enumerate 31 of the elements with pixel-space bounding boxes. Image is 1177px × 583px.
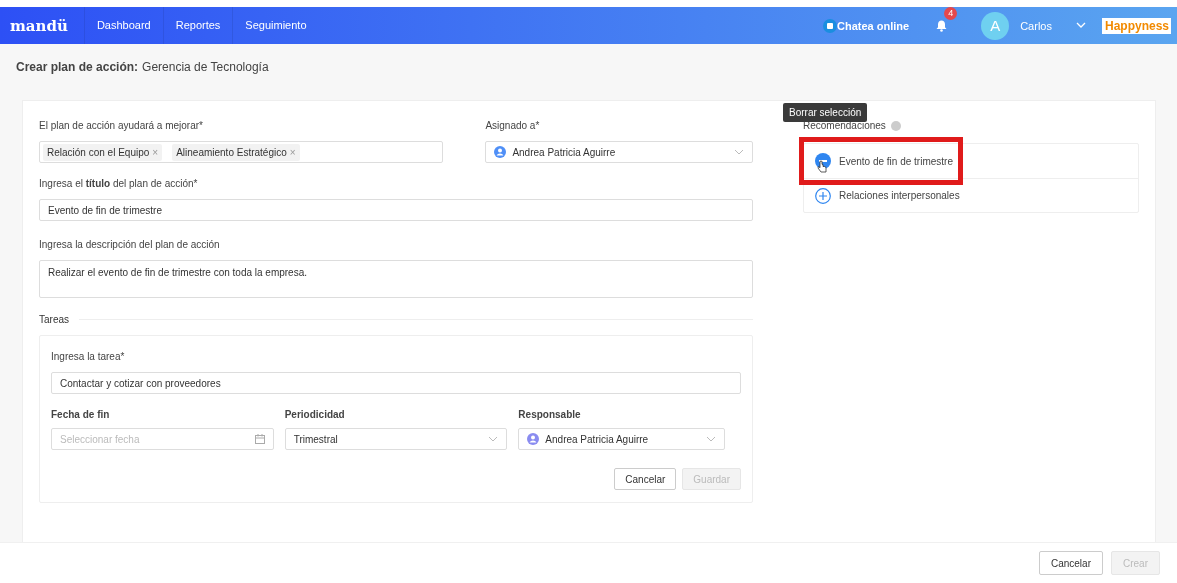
field-label: Asignado a*: [485, 120, 541, 131]
select-value: Andrea Patricia Aguirre: [545, 433, 649, 445]
title-input[interactable]: Evento de fin de trimestre: [39, 199, 753, 221]
tag: Relación con el Equipo ×: [43, 143, 163, 161]
recommendation-item[interactable]: Evento de fin de trimestre: [804, 144, 1138, 178]
field-label: Ingresa la tarea*: [51, 351, 126, 362]
tooltip: Borrar selección: [783, 103, 868, 122]
button[interactable]: Cancelar: [1038, 551, 1103, 575]
assignee-select[interactable]: Andrea Patricia Aguirre: [485, 141, 753, 163]
field-label: Periodicidad: [284, 409, 346, 420]
task-input[interactable]: Contactar y cotizar con proveedores: [51, 372, 741, 394]
chat-link[interactable]: Chatea online: [837, 19, 910, 32]
periodicity-select[interactable]: Trimestral: [284, 428, 508, 450]
field-label: Fecha de fin: [51, 409, 111, 420]
tag: Alineamiento Estratégico ×: [172, 143, 300, 161]
notification-badge: 4: [944, 6, 958, 20]
select-value: Andrea Patricia Aguirre: [512, 146, 616, 158]
field-label: Ingresa el título del plan de acción*: [39, 178, 199, 189]
brand-logo: Happyness: [1101, 17, 1171, 34]
recommendation-item[interactable]: Relaciones interpersonales: [804, 178, 1138, 212]
page-title: Crear plan de acción: Gerencia de Tecnología: [16, 60, 269, 74]
responsible-select[interactable]: Andrea Patricia Aguirre: [518, 428, 725, 450]
field-label: Ingresa la descripción del plan de acción: [39, 239, 221, 250]
section-title: Tareas: [39, 314, 69, 325]
button[interactable]: Cancelar: [614, 468, 677, 490]
field-label: El plan de acción ayudará a mejorar*: [39, 120, 204, 131]
description-textarea[interactable]: Realizar el evento de fin de trimestre con toda la empresa.: [39, 260, 753, 298]
user-name[interactable]: Carlos: [1020, 19, 1052, 32]
logo[interactable]: mandü: [10, 16, 68, 35]
section-title: Recomendaciones: [803, 120, 886, 131]
field-label: Responsable: [518, 409, 582, 420]
